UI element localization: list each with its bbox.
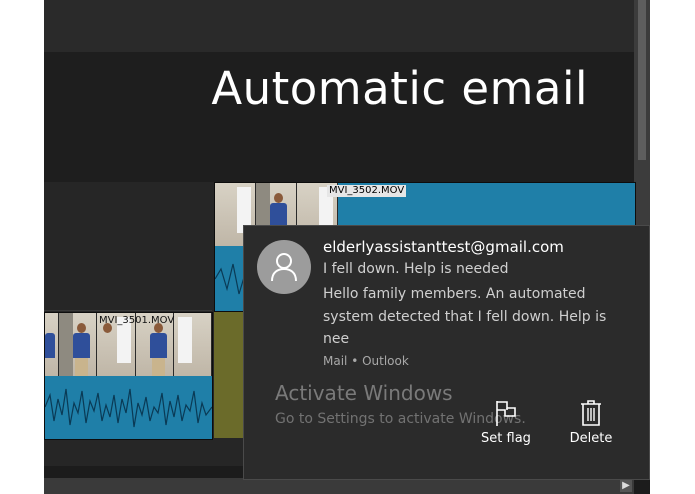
set-flag-label: Set flag [481, 431, 531, 446]
audio-waveform [45, 388, 212, 428]
trash-icon [581, 400, 601, 426]
set-flag-button[interactable]: Set flag [471, 399, 541, 449]
title-preview: Automatic email [44, 52, 634, 182]
notification-body: Hello family members. An automated syste… [323, 286, 607, 347]
horizontal-scrollbar[interactable]: ▶ [44, 478, 634, 494]
video-clip-mvi-3501[interactable]: MVI_3501.MOV [44, 312, 213, 440]
activate-windows-title: Activate Windows [275, 381, 453, 405]
notification-source: Mail • Outlook [323, 354, 409, 368]
title-overlay-text: Automatic email [211, 62, 588, 115]
person-icon [271, 253, 297, 282]
mail-notification-toast[interactable]: elderlyassistanttest@gmail.com I fell do… [243, 225, 650, 480]
notification-sender: elderlyassistanttest@gmail.com [323, 238, 564, 256]
flag-icon [496, 401, 516, 426]
track-divider [44, 310, 212, 311]
delete-button[interactable]: Delete [556, 399, 626, 449]
clip-name-label: MVI_3501.MOV [99, 315, 175, 326]
desktop-edge [650, 0, 695, 494]
delete-label: Delete [569, 431, 613, 446]
clip-name-label: MVI_3502.MOV [327, 185, 407, 197]
notification-subject: I fell down. Help is needed [323, 261, 509, 277]
vertical-scrollbar-thumb[interactable] [638, 0, 646, 160]
avatar [257, 240, 311, 294]
scroll-right-arrow-icon[interactable]: ▶ [620, 480, 632, 492]
toolbar-area [44, 0, 634, 52]
